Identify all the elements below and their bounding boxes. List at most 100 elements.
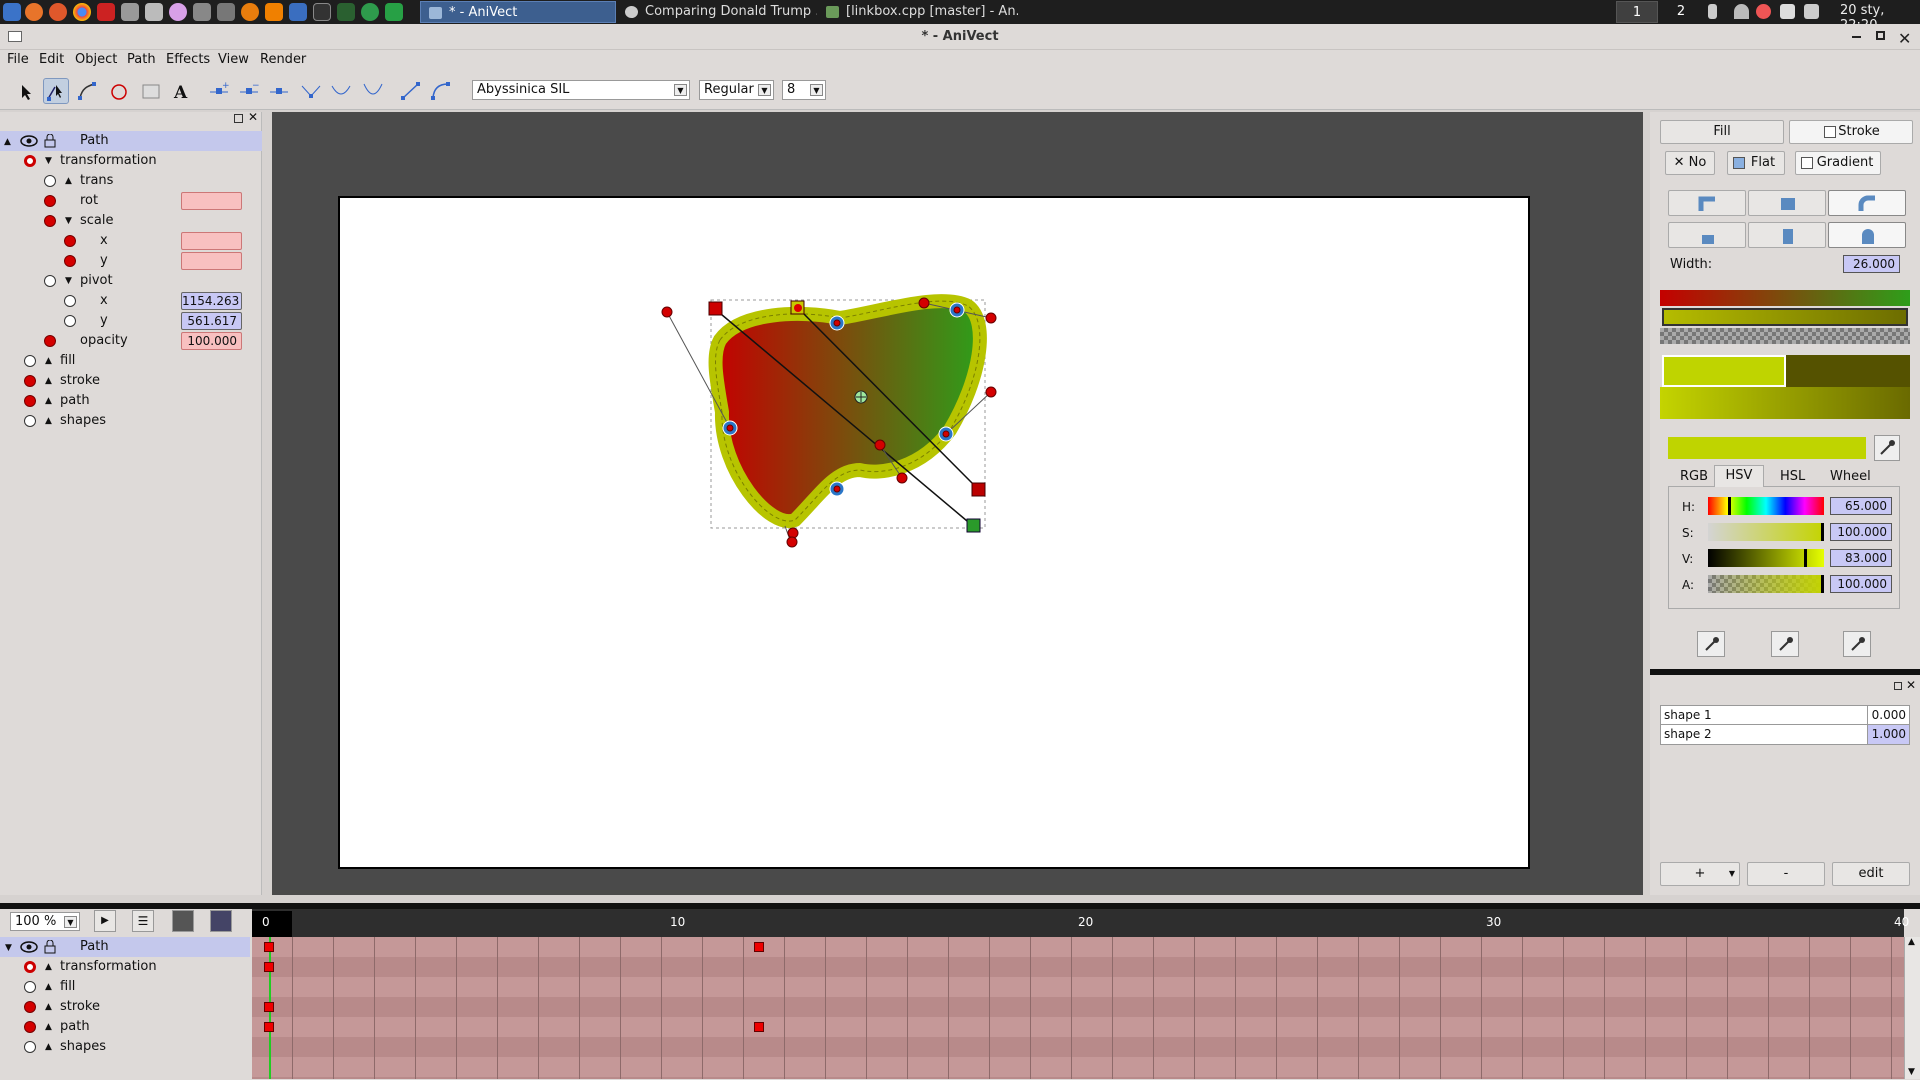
animate-toggle-icon[interactable] bbox=[24, 1021, 36, 1033]
scale-y-field[interactable] bbox=[181, 252, 242, 270]
gradient-preview-bar[interactable] bbox=[1660, 290, 1910, 306]
tree-row-opacity[interactable]: opacity 100.000 bbox=[0, 331, 262, 351]
animate-toggle-icon[interactable] bbox=[64, 295, 76, 307]
chrome-icon[interactable] bbox=[73, 3, 91, 21]
tree-row-trans[interactable]: ▲ trans bbox=[0, 171, 262, 191]
animate-toggle-icon[interactable] bbox=[24, 981, 36, 993]
animate-toggle-icon[interactable] bbox=[24, 155, 36, 167]
expand-icon[interactable]: ▲ bbox=[45, 1017, 52, 1037]
volume-icon[interactable] bbox=[1804, 4, 1819, 19]
menu-object[interactable]: Object bbox=[75, 52, 117, 67]
keyframe[interactable] bbox=[264, 1002, 274, 1012]
start-menu-icon[interactable] bbox=[3, 3, 21, 21]
onion-skin-button[interactable] bbox=[210, 910, 232, 932]
tl-row-fill[interactable]: ▲ fill bbox=[0, 977, 250, 997]
menu-edit[interactable]: Edit bbox=[39, 52, 64, 67]
join-round-button[interactable] bbox=[1828, 190, 1906, 216]
play-button[interactable]: ▶ bbox=[94, 910, 116, 932]
mail-icon[interactable] bbox=[1780, 4, 1795, 19]
timeline-ruler[interactable]: 0 10 20 30 40 bbox=[252, 909, 1909, 937]
app-launcher-icon[interactable] bbox=[25, 3, 43, 21]
tree-row-pivot[interactable]: ▼ pivot bbox=[0, 271, 262, 291]
keyframe[interactable] bbox=[264, 962, 274, 972]
animate-toggle-icon[interactable] bbox=[44, 175, 56, 187]
pick-color-button-1[interactable] bbox=[1697, 631, 1725, 657]
join-miter-button[interactable] bbox=[1668, 190, 1746, 216]
tree-row-shapes[interactable]: ▲ shapes bbox=[0, 411, 262, 431]
pivot-y-field[interactable]: 561.617 bbox=[181, 312, 242, 330]
animate-toggle-icon[interactable] bbox=[44, 195, 56, 207]
expand-icon[interactable]: ▲ bbox=[45, 997, 52, 1017]
keyframe[interactable] bbox=[264, 1022, 274, 1032]
font-style-select[interactable]: Regular ▼ bbox=[699, 80, 774, 100]
collapse-icon[interactable]: ▼ bbox=[65, 271, 72, 291]
keyframe-grid[interactable] bbox=[252, 937, 1904, 1079]
cap-butt-button[interactable] bbox=[1668, 222, 1746, 248]
tl-row-path[interactable]: ▼ Path bbox=[0, 937, 250, 957]
animate-toggle-icon[interactable] bbox=[64, 235, 76, 247]
tree-row-path[interactable]: ▲ Path bbox=[0, 131, 262, 151]
slider-thumb[interactable] bbox=[1821, 523, 1824, 541]
handle-point[interactable] bbox=[833, 485, 841, 493]
line-segment-button[interactable] bbox=[398, 78, 424, 104]
slider-thumb[interactable] bbox=[1728, 497, 1731, 515]
bezier-tool-button[interactable] bbox=[74, 78, 100, 104]
shape-row[interactable]: shape 1 0.000 bbox=[1661, 706, 1909, 725]
expand-icon[interactable]: ▲ bbox=[45, 351, 52, 371]
handle-point[interactable] bbox=[918, 297, 930, 309]
collapse-icon[interactable]: ▼ bbox=[45, 151, 52, 171]
hue-slider[interactable] bbox=[1708, 497, 1824, 515]
media-icon[interactable] bbox=[169, 3, 187, 21]
opacity-field[interactable]: 100.000 bbox=[181, 332, 242, 350]
tree-row-scale-x[interactable]: x bbox=[0, 231, 262, 251]
tree-row-rot[interactable]: rot bbox=[0, 191, 262, 211]
wifi-icon[interactable] bbox=[1734, 4, 1749, 19]
terminal-icon[interactable] bbox=[313, 3, 331, 21]
slider-thumb[interactable] bbox=[1804, 549, 1807, 567]
delete-node-button[interactable]: − bbox=[236, 78, 262, 104]
rectangle-tool-button[interactable] bbox=[138, 78, 164, 104]
task-linkbox[interactable]: [linkbox.cpp [master] - An... bbox=[818, 1, 1018, 23]
window-menu-icon[interactable] bbox=[8, 31, 22, 42]
animate-toggle-icon[interactable] bbox=[64, 315, 76, 327]
filezilla-icon[interactable] bbox=[97, 3, 115, 21]
select-tool-button[interactable] bbox=[12, 78, 38, 104]
gradient-end-handle[interactable] bbox=[966, 518, 981, 533]
tree-row-transformation[interactable]: ▼ transformation bbox=[0, 151, 262, 171]
gradient-start-handle[interactable] bbox=[708, 301, 723, 316]
maximize-icon[interactable] bbox=[1876, 31, 1885, 40]
menu-file[interactable]: File bbox=[7, 52, 29, 67]
expand-icon[interactable]: ▲ bbox=[45, 391, 52, 411]
expand-icon[interactable]: ▲ bbox=[45, 411, 52, 431]
animate-toggle-icon[interactable] bbox=[44, 215, 56, 227]
cap-square-button[interactable] bbox=[1748, 222, 1826, 248]
edit-shape-button[interactable]: edit bbox=[1832, 862, 1910, 886]
current-color-bar[interactable] bbox=[1668, 437, 1866, 459]
notification-icon[interactable] bbox=[1756, 4, 1771, 19]
task-chrome[interactable]: Comparing Donald Trump ... bbox=[617, 1, 817, 23]
slider-thumb[interactable] bbox=[1821, 575, 1824, 593]
animate-toggle-icon[interactable] bbox=[24, 415, 36, 427]
a-field[interactable]: 100.000 bbox=[1830, 575, 1892, 593]
tree-row-pivot-x[interactable]: x 1154.263 bbox=[0, 291, 262, 311]
eyedropper-button[interactable] bbox=[1874, 435, 1900, 461]
network-tool-icon[interactable] bbox=[193, 3, 211, 21]
handle-point[interactable] bbox=[953, 306, 961, 314]
s-field[interactable]: 100.000 bbox=[1830, 523, 1892, 541]
collapse-icon[interactable]: ▲ bbox=[4, 132, 11, 152]
expand-icon[interactable]: ▲ bbox=[45, 1037, 52, 1057]
scroll-down-icon[interactable]: ▼ bbox=[1908, 1067, 1915, 1077]
keyframe-mode-button[interactable] bbox=[172, 910, 194, 932]
tab-wheel[interactable]: Wheel bbox=[1830, 469, 1871, 484]
tl-row-path-prop[interactable]: ▲ path bbox=[0, 1017, 250, 1037]
workspace-2[interactable]: 2 bbox=[1660, 1, 1702, 23]
animate-toggle-icon[interactable] bbox=[24, 355, 36, 367]
collapse-icon[interactable]: ▼ bbox=[65, 211, 72, 231]
curve-segment-button[interactable] bbox=[428, 78, 454, 104]
tree-row-path-prop[interactable]: ▲ path bbox=[0, 391, 262, 411]
animate-toggle-icon[interactable] bbox=[24, 375, 36, 387]
paint-flat-button[interactable]: Flat bbox=[1727, 151, 1785, 175]
shape-weight[interactable]: 0.000 bbox=[1867, 706, 1909, 725]
handle-point[interactable] bbox=[985, 312, 997, 324]
animate-toggle-icon[interactable] bbox=[24, 1041, 36, 1053]
